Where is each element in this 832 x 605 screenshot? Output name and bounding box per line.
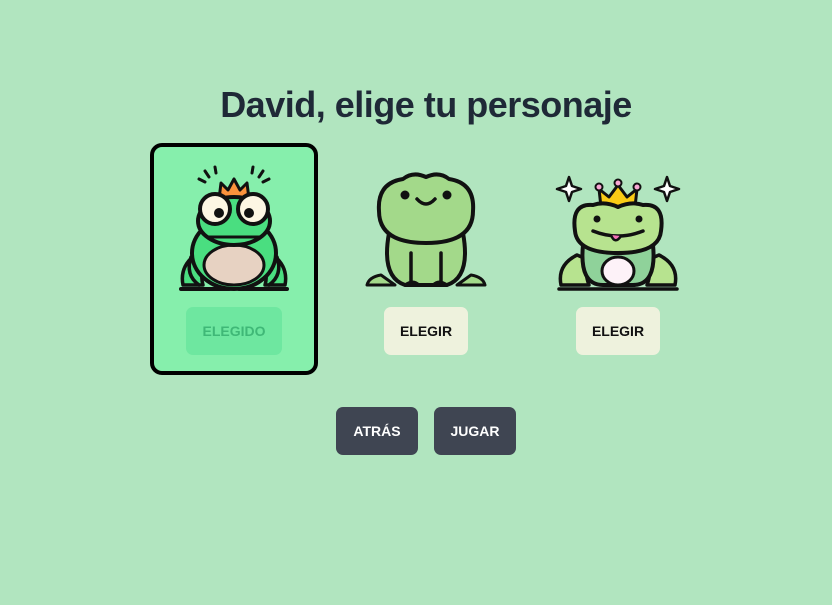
page-title: David, elige tu personaje (220, 84, 632, 125)
smiling-frog-icon (365, 172, 487, 287)
chosen-button[interactable]: ELEGIDO (186, 307, 282, 355)
frog-with-crown-icon (179, 165, 289, 291)
character-card-frog-prince-2[interactable]: ELEGIR (534, 143, 702, 375)
back-button[interactable]: ATRÁS (336, 407, 418, 455)
play-button[interactable]: JUGAR (434, 407, 516, 455)
character-card-frog-prince-1[interactable]: ELEGIDO (150, 143, 318, 375)
character-card-frog-smile[interactable]: ELEGIR (342, 143, 510, 375)
frog-with-crown-and-sparkles-icon (555, 175, 681, 291)
choose-button[interactable]: ELEGIR (384, 307, 468, 355)
choose-button[interactable]: ELEGIR (576, 307, 660, 355)
